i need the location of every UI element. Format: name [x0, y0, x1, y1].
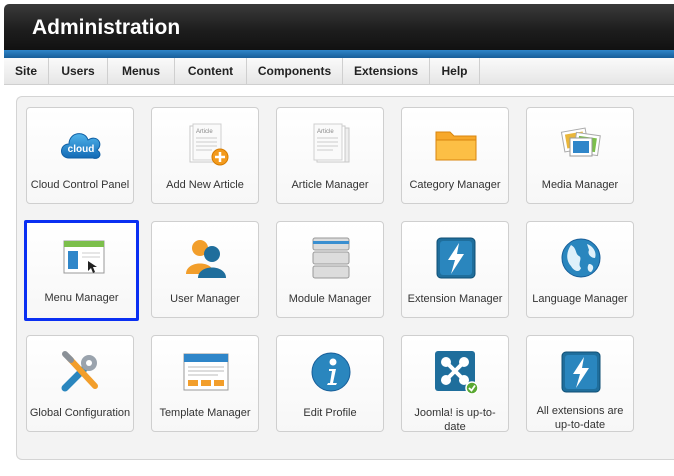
tile-module-manager[interactable]: Module Manager — [276, 221, 384, 318]
tile-label: User Manager — [170, 293, 240, 305]
tile-label: Joomla! is up-to-date — [414, 407, 496, 433]
module-icon — [312, 237, 350, 279]
tile-label: Cloud Control Panel — [30, 179, 130, 191]
tile-label: Global Configuration — [29, 407, 131, 419]
tile-label: Extension Manager — [407, 293, 503, 305]
tile-label: Edit Profile — [303, 407, 357, 419]
svg-text:Article: Article — [317, 129, 334, 135]
globe-icon — [561, 238, 601, 278]
extensions-uptodate-icon — [561, 351, 601, 393]
tile-label: Article Manager — [291, 179, 369, 191]
page-title: Administration — [32, 16, 181, 39]
tile-label: Template Manager — [159, 407, 251, 419]
folder-icon — [435, 131, 477, 161]
tile-extension-manager[interactable]: Extension Manager — [401, 221, 509, 318]
tools-icon — [61, 351, 98, 392]
tile-label: Category Manager — [409, 179, 501, 191]
add-article-icon: Article — [189, 123, 229, 166]
tile-cloud-control-panel[interactable]: cloud Cloud Control Panel — [26, 107, 134, 204]
admin-header: Administration — [4, 4, 674, 50]
svg-text:cloud: cloud — [68, 144, 95, 155]
article-manager-icon: Article — [313, 123, 350, 163]
tile-category-manager[interactable]: Category Manager — [401, 107, 509, 204]
header-accent-bar — [4, 50, 674, 58]
main-menu-bar: Site Users Menus Content Components Exte… — [4, 58, 674, 85]
info-icon — [311, 352, 351, 392]
tile-add-new-article[interactable]: Article Add New Article — [151, 107, 259, 204]
extension-icon — [436, 237, 476, 279]
menu-menus[interactable]: Menus — [108, 58, 175, 84]
tile-label: Language Manager — [532, 293, 628, 305]
tile-user-manager[interactable]: User Manager — [151, 221, 259, 318]
menu-extensions[interactable]: Extensions — [343, 58, 430, 84]
tile-global-configuration[interactable]: Global Configuration — [26, 335, 134, 432]
menu-help[interactable]: Help — [430, 58, 480, 84]
tile-edit-profile[interactable]: Edit Profile — [276, 335, 384, 432]
tile-media-manager[interactable]: Media Manager — [526, 107, 634, 204]
menu-manager-icon — [63, 240, 105, 274]
svg-text:Article: Article — [196, 129, 213, 135]
tile-joomla-up-to-date[interactable]: Joomla! is up-to-date — [401, 335, 509, 433]
tile-label: All extensions are up-to-date — [536, 405, 624, 431]
tile-all-extensions-up-to-date[interactable]: All extensions are up-to-date — [526, 335, 634, 432]
tile-label: Media Manager — [541, 179, 619, 191]
menu-users[interactable]: Users — [49, 58, 108, 84]
users-icon — [186, 240, 226, 278]
media-icon — [560, 127, 601, 157]
cloud-icon: cloud — [61, 133, 101, 159]
tile-label: Add New Article — [166, 179, 244, 191]
menu-components[interactable]: Components — [247, 58, 343, 84]
tile-language-manager[interactable]: Language Manager — [526, 221, 634, 318]
template-icon — [183, 353, 229, 391]
tile-label: Module Manager — [288, 293, 372, 305]
tile-template-manager[interactable]: Template Manager — [151, 335, 259, 432]
tile-menu-manager[interactable]: Menu Manager — [24, 220, 139, 321]
tile-label: Menu Manager — [44, 292, 119, 304]
menu-site[interactable]: Site — [4, 58, 49, 84]
menu-content[interactable]: Content — [175, 58, 247, 84]
tile-article-manager[interactable]: Article Article Manager — [276, 107, 384, 204]
joomla-icon — [435, 351, 479, 394]
